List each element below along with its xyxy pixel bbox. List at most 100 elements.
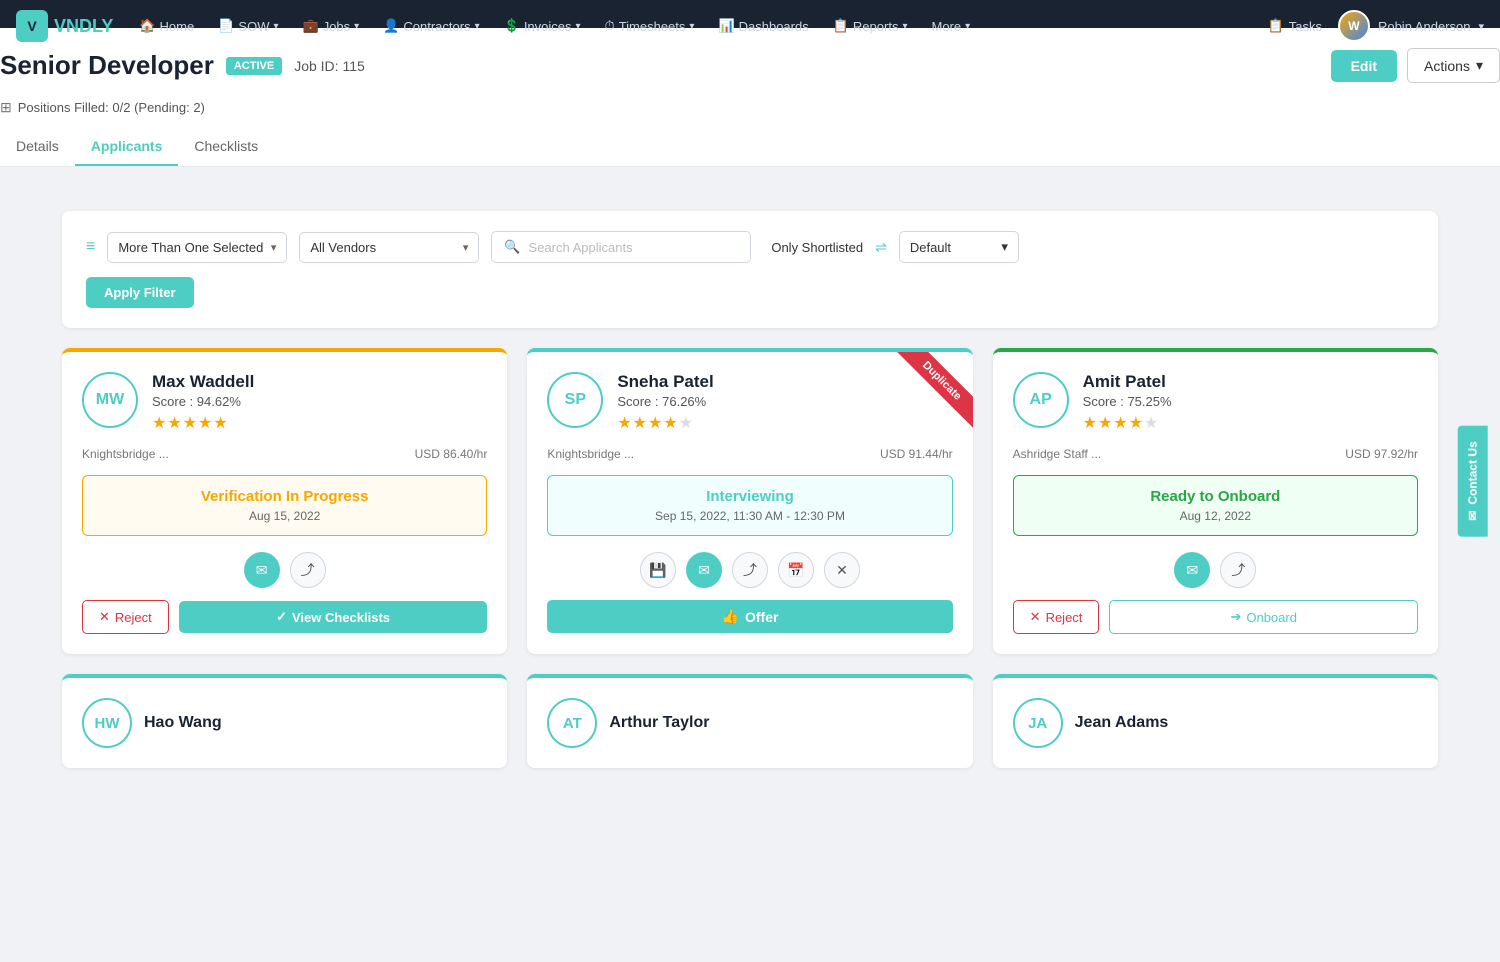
home-icon: 🏠 <box>139 18 155 34</box>
bottom-cards: HW Hao Wang AT Arthur Taylor JA Jean Ada… <box>62 674 1438 768</box>
positions-text: Positions Filled: 0/2 (Pending: 2) <box>18 100 205 115</box>
contractors-icon: 👤 <box>383 18 399 34</box>
email-btn-mw[interactable]: ✉ <box>244 552 280 588</box>
tab-checklists[interactable]: Checklists <box>178 128 274 166</box>
nav-home[interactable]: 🏠 Home <box>129 12 204 40</box>
apply-filter-button[interactable]: Apply Filter <box>86 277 194 308</box>
nav-jobs[interactable]: 💼 Jobs ▾ <box>293 12 370 40</box>
calendar-btn-sp[interactable]: 📅 <box>778 552 814 588</box>
reject-btn-mw[interactable]: ✕ Reject <box>82 600 169 634</box>
bottom-card-hw: HW Hao Wang <box>62 674 507 768</box>
check-icon: ✓ <box>276 609 287 625</box>
status-label-mw: Verification In Progress <box>99 488 470 505</box>
reports-icon: 📋 <box>833 18 849 34</box>
candidate-vendor-mw: Knightsbridge ... <box>82 447 169 461</box>
name-at: Arthur Taylor <box>609 714 709 732</box>
close-btn-sp[interactable]: ✕ <box>824 552 860 588</box>
shortlist-filter[interactable]: Only Shortlisted <box>771 240 863 255</box>
save-btn-sp[interactable]: 💾 <box>640 552 676 588</box>
search-icon: 🔍 <box>504 239 520 255</box>
avatar-mw: MW <box>82 372 138 428</box>
contractors-chevron: ▾ <box>475 21 480 32</box>
invoices-icon: 💲 <box>504 18 520 34</box>
view-checklists-btn-mw[interactable]: ✓ View Checklists <box>179 601 488 633</box>
status-date-sp: Sep 15, 2022, 11:30 AM - 12:30 PM <box>564 509 935 523</box>
offer-btn-sp[interactable]: 👍 Offer <box>547 600 952 633</box>
nav-more[interactable]: More ▾ <box>921 13 980 40</box>
vendor-filter[interactable]: All Vendors ▾ <box>299 232 479 263</box>
actions-chevron: ▾ <box>1476 57 1483 74</box>
candidate-name-ap: Amit Patel <box>1083 372 1418 392</box>
contact-us-tab[interactable]: ✉ Contact Us <box>1457 425 1487 536</box>
user-name: Robin Anderson <box>1378 19 1471 34</box>
user-avatar: W <box>1338 10 1370 42</box>
name-hw: Hao Wang <box>144 714 222 732</box>
share-btn-mw[interactable]: ⤴ <box>290 552 326 588</box>
logo-text: VNDLY <box>54 16 113 37</box>
edit-button[interactable]: Edit <box>1331 50 1397 82</box>
email-btn-sp[interactable]: ✉ <box>686 552 722 588</box>
user-menu[interactable]: W Robin Anderson ▾ <box>1338 10 1484 42</box>
avatar-sp: SP <box>547 372 603 428</box>
selection-chevron: ▾ <box>271 241 277 254</box>
arrow-right-icon: ➔ <box>1230 609 1241 625</box>
candidate-stars-mw: ★★★★★ <box>152 413 487 433</box>
thumbsup-icon: 👍 <box>722 608 739 625</box>
avatar-ap: AP <box>1013 372 1069 428</box>
candidate-score-ap: Score : 75.25% <box>1083 394 1418 409</box>
reject-btn-ap[interactable]: ✕ Reject <box>1013 600 1100 634</box>
selection-filter[interactable]: More Than One Selected ▾ <box>107 232 287 263</box>
filter-icon[interactable]: ≡ <box>86 238 95 256</box>
candidate-stars-sp: ★★★★★ <box>617 413 952 433</box>
onboard-btn-ap[interactable]: ➔ Onboard <box>1109 600 1418 634</box>
candidate-score-mw: Score : 94.62% <box>152 394 487 409</box>
share-btn-ap[interactable]: ⤴ <box>1220 552 1256 588</box>
jobs-icon: 💼 <box>303 18 319 34</box>
status-box-sp: Interviewing Sep 15, 2022, 11:30 AM - 12… <box>547 475 952 536</box>
sow-chevron: ▾ <box>273 21 278 32</box>
status-label-ap: Ready to Onboard <box>1030 488 1401 505</box>
invoices-chevron: ▾ <box>576 21 581 32</box>
nav-sow[interactable]: 📄 SOW ▾ <box>208 12 288 40</box>
nav-reports[interactable]: 📋 Reports ▾ <box>823 12 918 40</box>
sort-chevron: ▾ <box>1001 239 1008 255</box>
email-btn-ap[interactable]: ✉ <box>1174 552 1210 588</box>
tab-applicants[interactable]: Applicants <box>75 128 179 166</box>
candidate-card-ap: AP Amit Patel Score : 75.25% ★★★★★ Ashri… <box>993 348 1438 654</box>
tabs: Details Applicants Checklists <box>0 128 1500 166</box>
tasks-icon: 📋 <box>1268 18 1284 34</box>
sort-icon: ⇌ <box>875 239 887 256</box>
candidate-rate-sp: USD 91.44/hr <box>880 447 953 461</box>
nav-logo[interactable]: V VNDLY <box>16 10 113 42</box>
jobs-chevron: ▾ <box>354 21 359 32</box>
avatar-at: AT <box>547 698 597 748</box>
tab-details[interactable]: Details <box>0 128 75 166</box>
search-input[interactable]: 🔍 Search Applicants <box>491 231 751 263</box>
vendor-chevron: ▾ <box>463 241 469 254</box>
avatar-ja: JA <box>1013 698 1063 748</box>
name-ja: Jean Adams <box>1075 714 1169 732</box>
user-chevron: ▾ <box>1478 20 1484 33</box>
dashboards-icon: 📊 <box>718 18 734 34</box>
nav-contractors[interactable]: 👤 Contractors ▾ <box>373 12 489 40</box>
share-btn-sp[interactable]: ⤴ <box>732 552 768 588</box>
candidate-stars-ap: ★★★★★ <box>1083 413 1418 433</box>
candidates-grid: MW Max Waddell Score : 94.62% ★★★★★ Knig… <box>62 348 1438 654</box>
logo-icon: V <box>16 10 48 42</box>
status-date-mw: Aug 15, 2022 <box>99 509 470 523</box>
job-id: Job ID: 115 <box>294 58 365 74</box>
candidate-rate-mw: USD 86.40/hr <box>415 447 488 461</box>
nav-dashboards[interactable]: 📊 Dashboards <box>708 12 818 40</box>
bottom-card-ja: JA Jean Adams <box>993 674 1438 768</box>
reports-chevron: ▾ <box>902 21 907 32</box>
page-title: Senior Developer <box>0 50 214 81</box>
avatar-hw: HW <box>82 698 132 748</box>
tasks-button[interactable]: 📋 Tasks <box>1268 18 1322 34</box>
reject-x-icon: ✕ <box>99 609 110 625</box>
sow-icon: 📄 <box>218 18 234 34</box>
actions-button[interactable]: Actions ▾ <box>1407 48 1500 83</box>
nav-invoices[interactable]: 💲 Invoices ▾ <box>494 12 591 40</box>
sort-filter[interactable]: Default ▾ <box>899 231 1019 263</box>
nav-timesheets[interactable]: ⏱ Timesheets ▾ <box>595 12 705 40</box>
filter-bar: ≡ More Than One Selected ▾ All Vendors ▾… <box>62 211 1438 328</box>
